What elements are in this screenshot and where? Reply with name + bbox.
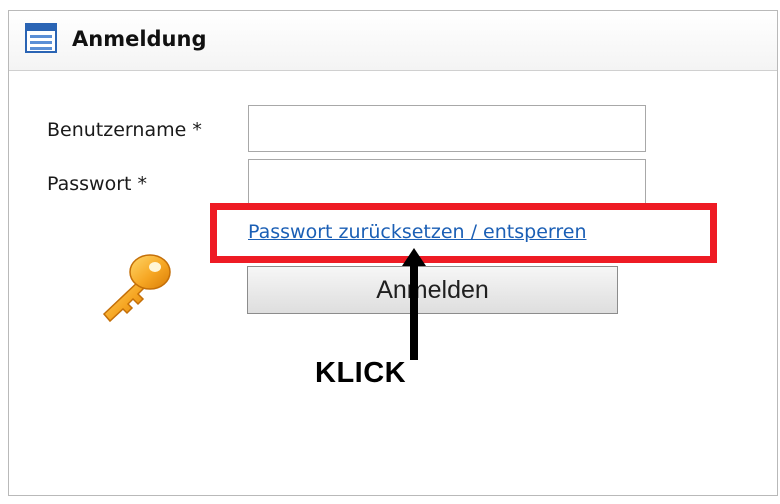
- username-input[interactable]: [248, 105, 646, 152]
- key-icon: [102, 254, 171, 323]
- password-label: Passwort *: [47, 173, 148, 195]
- window-form-icon: [25, 23, 57, 53]
- callout-text: KLICK: [315, 357, 407, 389]
- password-input[interactable]: [248, 159, 646, 204]
- page: Anmeldung Benutzername * Passwort * Pass…: [0, 0, 780, 504]
- reset-password-link[interactable]: Passwort zurücksetzen / entsperren: [248, 219, 586, 245]
- dialog-titlebar: Anmeldung: [9, 11, 777, 71]
- username-label: Benutzername *: [47, 119, 202, 141]
- dialog-title: Anmeldung: [72, 27, 207, 51]
- login-button[interactable]: Anmelden: [247, 266, 618, 314]
